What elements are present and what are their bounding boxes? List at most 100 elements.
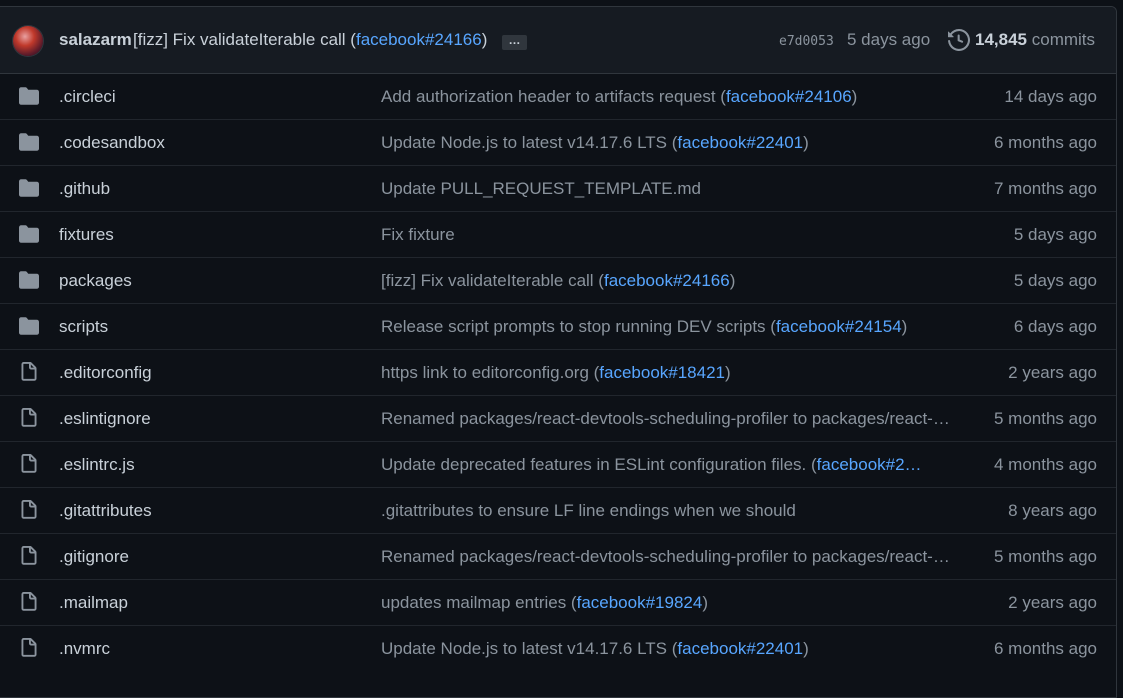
commit-pr-link[interactable]: facebook#24166 [356,30,482,49]
file-name-link[interactable]: .circleci [59,87,116,107]
commit-message-link[interactable]: Update PULL_REQUEST_TEMPLATE.md [381,179,953,199]
commit-message-link[interactable]: Fix fixture [381,225,953,245]
folder-icon [19,224,39,244]
file-name-link[interactable]: .github [59,179,110,199]
commit-count[interactable]: 14,845 commits [975,30,1095,50]
commit-time: 5 days ago [847,30,931,49]
file-row[interactable]: .gitattributes .gitattributes to ensure L… [0,487,1116,533]
commit-time: 4 months ago [993,455,1097,474]
commit-pr-link[interactable]: facebook#24154 [776,317,902,336]
commit-message-text: Update deprecated features in ESLint con… [381,455,817,474]
commit-time: 8 years ago [1008,501,1097,520]
commit-message-link[interactable]: Renamed packages/react-devtools-scheduli… [381,547,953,567]
commit-message-text: Release script prompts to stop running D… [381,317,776,336]
commit-message-text: Update PULL_REQUEST_TEMPLATE.md [381,179,701,198]
file-row[interactable]: .eslintrc.js Update deprecated features i… [0,441,1116,487]
commit-message-suffix: ) [729,271,736,290]
file-name-link[interactable]: .eslintrc.js [59,455,135,475]
file-row[interactable]: .nvmrc Update Node.js to latest v14.17.6 … [0,625,1116,671]
commit-message-text: .gitattributes to ensure LF line endings… [381,501,796,520]
file-icon [19,592,39,612]
commit-pr-link[interactable]: facebook#18421 [599,363,725,382]
commit-message-link[interactable]: .gitattributes to ensure LF line endings… [381,501,953,521]
commit-count-number: 14,845 [975,30,1027,49]
commit-message-link[interactable]: Release script prompts to stop running D… [381,317,953,337]
latest-commit-header: salazarm [fizz] Fix validateIterable cal… [0,7,1116,74]
file-name-link[interactable]: .codesandbox [59,133,165,153]
commit-message-link[interactable]: [fizz] Fix validateIterable call (facebo… [381,271,953,291]
commit-time: 5 months ago [993,409,1097,428]
commit-message-text: [fizz] Fix validateIterable call ( [381,271,604,290]
commit-message-link[interactable]: Update deprecated features in ESLint con… [381,455,953,475]
file-name-link[interactable]: scripts [59,317,108,337]
file-icon [19,408,39,428]
file-name-link[interactable]: .eslintignore [59,409,151,429]
file-name-link[interactable]: packages [59,271,132,291]
commit-message-suffix: ) [725,363,731,382]
file-row[interactable]: fixtures Fix fixture 5 days ago [0,211,1116,257]
commit-author[interactable]: salazarm [59,30,132,50]
file-row[interactable]: .circleci Add authorization header to art… [0,74,1116,119]
file-icon [19,454,39,474]
commit-message-suffix: ) [803,639,809,658]
file-name-link[interactable]: .gitattributes [59,501,152,521]
commit-message-link[interactable]: Update Node.js to latest v14.17.6 LTS (f… [381,133,953,153]
commit-count-label: commits [1031,30,1096,49]
commit-pr-link[interactable]: facebook#2… [817,455,922,474]
file-icon [19,362,39,382]
commit-message-text: Update Node.js to latest v14.17.6 LTS ( [381,133,678,152]
file-row[interactable]: .eslintignore Renamed packages/react-devt… [0,395,1116,441]
commit-message-text: Renamed packages/react-devtools-scheduli… [381,409,953,428]
folder-icon [19,270,39,290]
commit-message-link[interactable]: Add authorization header to artifacts re… [381,87,953,107]
commit-message-link[interactable]: updates mailmap entries (facebook#19824) [381,593,953,613]
commit-message-link[interactable]: Update Node.js to latest v14.17.6 LTS (f… [381,639,953,659]
commit-time: 6 days ago [1013,317,1097,336]
commit-message-text: Fix fixture [381,225,455,244]
commit-pr-link[interactable]: facebook#19824 [577,593,703,612]
commit-message-text: https link to editorconfig.org ( [381,363,600,382]
file-name-link[interactable]: fixtures [59,225,114,245]
commit-time: 6 months ago [993,133,1097,152]
commit-pr-link[interactable]: facebook#24166 [604,271,730,290]
commit-time: 5 days ago [1013,225,1097,244]
commit-pr-link[interactable]: facebook#24106 [726,87,852,106]
commit-message-suffix: ) [481,30,488,49]
commit-pr-link[interactable]: facebook#22401 [677,639,803,658]
file-icon [19,546,39,566]
folder-icon [19,316,39,336]
avatar[interactable] [13,26,43,56]
expand-message-button[interactable]: … [502,34,527,50]
commit-message-link[interactable]: Renamed packages/react-devtools-scheduli… [381,409,953,429]
file-row[interactable]: .mailmap updates mailmap entries (faceboo… [0,579,1116,625]
file-row[interactable]: .codesandbox Update Node.js to latest v14… [0,119,1116,165]
commit-message-text: [fizz] Fix validateIterable call ( [133,30,356,49]
file-name-link[interactable]: .gitignore [59,547,129,567]
commit-message-text: Add authorization header to artifacts re… [381,87,726,106]
commit-message-suffix: ) [851,87,858,106]
file-name-link[interactable]: .mailmap [59,593,128,613]
folder-icon [19,86,39,106]
file-row[interactable]: .github Update PULL_REQUEST_TEMPLATE.md 7 … [0,165,1116,211]
commit-time: 7 months ago [993,179,1097,198]
commit-sha[interactable]: e7d0053 [779,34,834,49]
file-row[interactable]: .gitignore Renamed packages/react-devtool… [0,533,1116,579]
history-icon[interactable] [948,29,970,51]
file-browser: salazarm [fizz] Fix validateIterable cal… [0,6,1117,698]
commit-message[interactable]: [fizz] Fix validateIterable call (facebo… [133,30,487,50]
file-row[interactable]: packages [fizz] Fix validateIterable call… [0,257,1116,303]
commit-time: 2 years ago [1008,593,1097,612]
commit-message-text: Update Node.js to latest v14.17.6 LTS ( [381,639,678,658]
commit-pr-link[interactable]: facebook#22401 [677,133,803,152]
commit-time: 2 years ago [1008,363,1097,382]
commit-message-text: updates mailmap entries ( [381,593,577,612]
file-name-link[interactable]: .nvmrc [59,639,110,659]
file-row[interactable]: .editorconfig https link to editorconfig.… [0,349,1116,395]
file-icon [19,500,39,520]
commit-message-link[interactable]: https link to editorconfig.org (facebook… [381,363,953,383]
commit-time: 5 months ago [993,547,1097,566]
file-name-link[interactable]: .editorconfig [59,363,152,383]
file-row[interactable]: scripts Release script prompts to stop ru… [0,303,1116,349]
commit-message-suffix: ) [702,593,708,612]
commit-message-suffix: ) [901,317,908,336]
